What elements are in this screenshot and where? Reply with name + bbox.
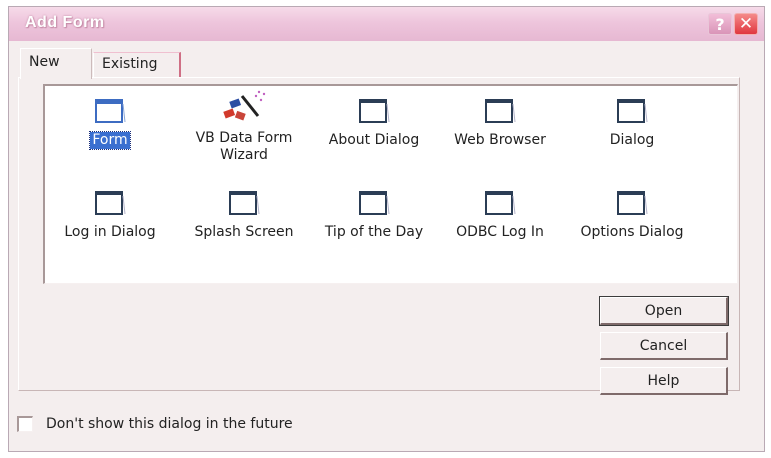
- question-icon: ?: [715, 14, 725, 34]
- form-icon: [359, 99, 390, 123]
- form-icon: [617, 191, 648, 215]
- list-item-label: About Dialog: [328, 132, 420, 148]
- close-icon: ✕: [738, 14, 754, 34]
- list-item-log-in-dialog[interactable]: Log in Dialog: [45, 188, 175, 241]
- cancel-button[interactable]: Cancel: [600, 332, 728, 360]
- form-icon: [95, 99, 126, 123]
- form-icon: [485, 191, 516, 215]
- list-item-label: Dialog: [609, 132, 655, 148]
- list-item-form[interactable]: Form: [45, 96, 175, 150]
- form-icon: [95, 191, 126, 215]
- list-item-dialog[interactable]: Dialog: [567, 96, 697, 149]
- tab-existing[interactable]: Existing: [93, 52, 181, 77]
- list-item-label: VB Data Form Wizard: [195, 130, 293, 163]
- list-item-label: Tip of the Day: [324, 224, 424, 240]
- list-item-options-dialog[interactable]: Options Dialog: [567, 188, 697, 241]
- list-item-tip-of-the-day[interactable]: Tip of the Day: [309, 188, 439, 241]
- list-item-label: Log in Dialog: [64, 224, 156, 240]
- list-item-about-dialog[interactable]: About Dialog: [309, 96, 439, 149]
- list-item-web-browser[interactable]: Web Browser: [435, 96, 565, 149]
- list-item-splash-screen[interactable]: Splash Screen: [179, 188, 309, 241]
- list-item-label: Options Dialog: [580, 224, 684, 240]
- form-icon: [617, 99, 648, 123]
- help-button[interactable]: Help: [600, 367, 728, 395]
- list-item-label: Web Browser: [454, 132, 546, 148]
- tab-new[interactable]: New: [20, 48, 92, 79]
- form-template-list[interactable]: Form VB Data Form Wizard About Dialog We…: [43, 84, 738, 284]
- dont-show-checkbox[interactable]: [17, 416, 33, 432]
- wizard-icon: [223, 90, 266, 121]
- list-item-label: ODBC Log In: [456, 224, 544, 240]
- close-button[interactable]: ✕: [734, 13, 758, 35]
- help-title-button[interactable]: ?: [708, 13, 732, 35]
- dont-show-label: Don't show this dialog in the future: [46, 416, 293, 432]
- list-item-vb-data-form-wizard[interactable]: VB Data Form Wizard: [179, 90, 309, 164]
- list-item-odbc-log-in[interactable]: ODBC Log In: [435, 188, 565, 241]
- window-title: Add Form: [25, 14, 105, 31]
- form-icon: [229, 191, 260, 215]
- open-button[interactable]: Open: [599, 296, 729, 326]
- list-item-label: Form: [89, 131, 131, 150]
- list-item-label: Splash Screen: [194, 224, 294, 240]
- form-icon: [485, 99, 516, 123]
- title-bar[interactable]: Add Form ? ✕: [9, 7, 764, 41]
- form-icon: [359, 191, 390, 215]
